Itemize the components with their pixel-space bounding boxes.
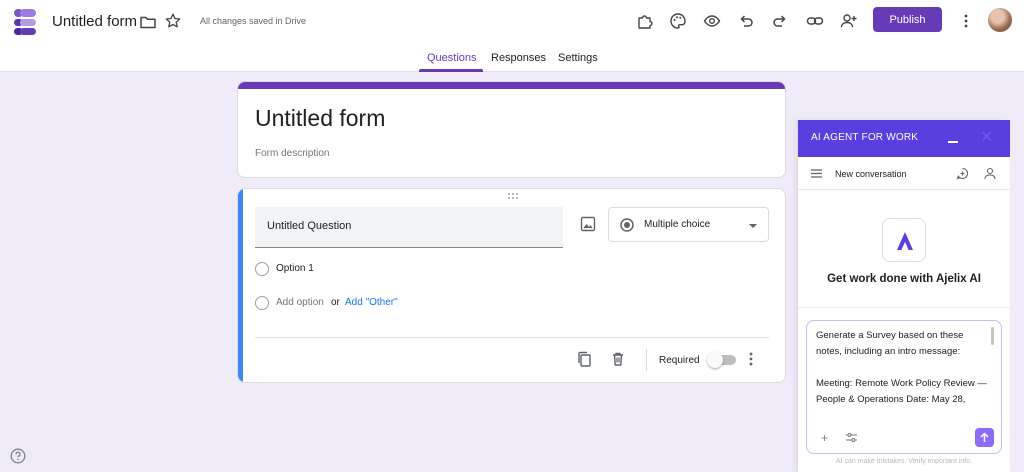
active-question-indicator: [238, 189, 243, 382]
or-label: or: [331, 297, 340, 308]
ai-disclaimer: AI can make mistakes. Verify important i…: [835, 458, 973, 465]
send-button[interactable]: [975, 428, 994, 447]
question-type-label: Multiple choice: [644, 219, 711, 230]
dropdown-arrow-icon: [749, 224, 757, 228]
agent-header: AI AGENT FOR WORK ✕: [798, 120, 1010, 157]
addon-icon[interactable]: [636, 12, 654, 30]
form-description-field[interactable]: Form description: [255, 148, 329, 159]
prompt-input[interactable]: Generate a Survey based on these notes, …: [806, 320, 1002, 454]
link-icon[interactable]: [806, 12, 824, 30]
delete-icon[interactable]: [610, 351, 626, 367]
preview-icon[interactable]: [703, 12, 721, 30]
prompt-scrollbar[interactable]: [991, 327, 994, 345]
undo-icon[interactable]: [737, 12, 755, 30]
question-card[interactable]: Untitled Question Multiple choice Option…: [237, 188, 786, 383]
more-vert-icon[interactable]: [957, 12, 975, 30]
folder-icon[interactable]: [139, 13, 157, 31]
ai-agent-panel: AI AGENT FOR WORK ✕ New conversation Get…: [797, 120, 1010, 472]
save-status: All changes saved in Drive: [200, 16, 307, 26]
publish-button[interactable]: Publish: [873, 7, 942, 32]
question-title-input[interactable]: Untitled Question: [255, 207, 563, 248]
close-icon[interactable]: ✕: [980, 130, 993, 146]
tab-settings[interactable]: Settings: [558, 52, 598, 64]
forms-logo-icon[interactable]: [12, 8, 38, 36]
question-more-icon[interactable]: [746, 351, 756, 367]
footer-separator: [646, 349, 647, 371]
toggle-knob: [707, 352, 723, 368]
add-option-link[interactable]: Add option: [276, 297, 324, 308]
add-collaborator-icon[interactable]: [840, 12, 858, 30]
agent-tagline: Get work done with Ajelix AI: [827, 273, 981, 285]
conversation-bar: New conversation: [798, 157, 1010, 190]
agent-title: AI AGENT FOR WORK: [811, 132, 919, 143]
settings-sliders-icon[interactable]: [846, 432, 857, 443]
option-radio: [255, 262, 269, 276]
minimize-icon[interactable]: [948, 141, 958, 143]
new-chat-icon[interactable]: [956, 167, 969, 180]
option-1-label[interactable]: Option 1: [276, 263, 314, 274]
card-accent-bar: [238, 82, 785, 89]
ajelix-logo-icon: [897, 232, 913, 250]
conversation-title: New conversation: [835, 169, 907, 179]
avatar[interactable]: [988, 8, 1012, 32]
tab-questions[interactable]: Questions: [427, 52, 477, 64]
menu-icon[interactable]: [811, 169, 822, 178]
form-title-card: Untitled form Form description: [237, 81, 786, 178]
star-icon[interactable]: [164, 12, 182, 30]
palette-icon[interactable]: [669, 12, 687, 30]
redo-icon[interactable]: [771, 12, 789, 30]
active-tab-indicator: [419, 69, 483, 72]
question-footer-divider: [255, 337, 769, 338]
form-title[interactable]: Untitled form: [255, 105, 385, 132]
required-toggle[interactable]: [707, 352, 736, 368]
top-bar: Untitled form All changes saved in Drive…: [0, 0, 1024, 72]
add-other-link[interactable]: Add "Other": [345, 297, 398, 308]
add-option-radio: [255, 296, 269, 310]
profile-icon[interactable]: [984, 167, 996, 180]
tab-responses[interactable]: Responses: [491, 52, 546, 64]
help-icon[interactable]: [10, 448, 26, 464]
duplicate-icon[interactable]: [576, 351, 592, 367]
panel-divider: [798, 307, 1010, 308]
radio-button-icon: [620, 218, 634, 232]
add-image-icon[interactable]: [580, 216, 596, 232]
arrow-up-icon: [980, 432, 989, 442]
question-type-dropdown[interactable]: Multiple choice: [608, 207, 769, 242]
question-title-text: Untitled Question: [267, 220, 352, 232]
required-label: Required: [659, 355, 700, 366]
prompt-text: Generate a Survey based on these notes, …: [816, 330, 987, 405]
attach-icon[interactable]: +: [821, 431, 828, 445]
drag-handle-icon[interactable]: [506, 192, 520, 200]
tab-bar: Questions Responses Settings: [0, 50, 1024, 72]
document-title[interactable]: Untitled form: [52, 13, 137, 30]
ajelix-logo: [882, 218, 926, 262]
